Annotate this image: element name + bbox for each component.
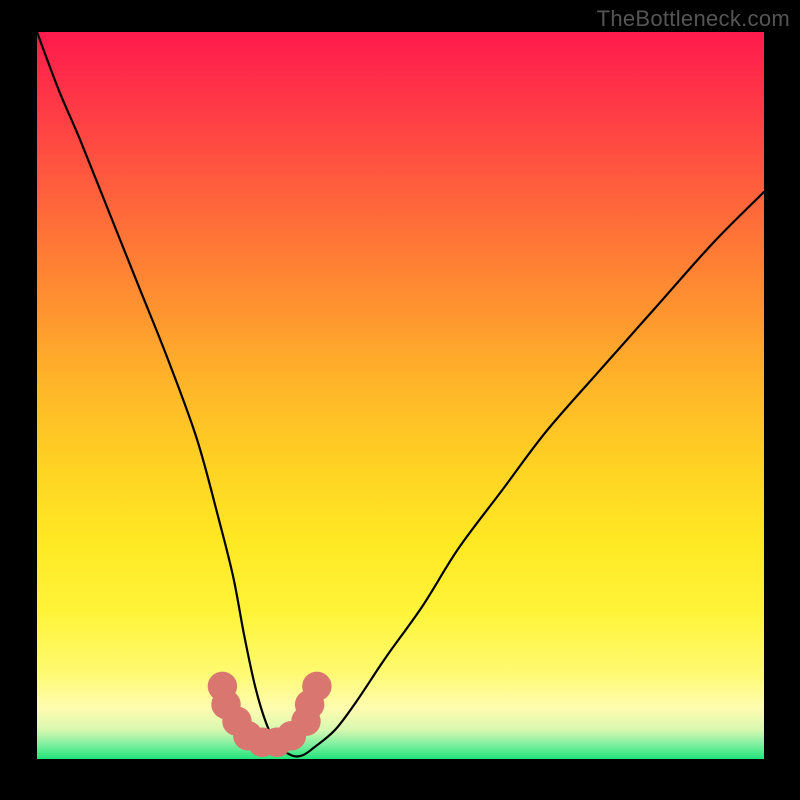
dot-valley-1 <box>233 721 262 750</box>
curve-markers <box>208 672 332 757</box>
dot-valley-2 <box>248 728 277 757</box>
dot-valley-4 <box>277 721 306 750</box>
watermark-text: TheBottleneck.com <box>597 6 790 32</box>
dot-left-upper <box>208 672 237 701</box>
chart-svg <box>37 32 764 759</box>
plot-area <box>37 32 764 759</box>
dot-left-joint <box>222 706 251 735</box>
dot-right-upper <box>302 672 331 701</box>
bottleneck-curve <box>37 32 764 757</box>
chart-frame: TheBottleneck.com <box>0 0 800 800</box>
dot-valley-3 <box>262 728 291 757</box>
dot-right-joint <box>291 706 320 735</box>
dot-right-lower <box>295 690 324 719</box>
dot-left-lower <box>211 690 240 719</box>
